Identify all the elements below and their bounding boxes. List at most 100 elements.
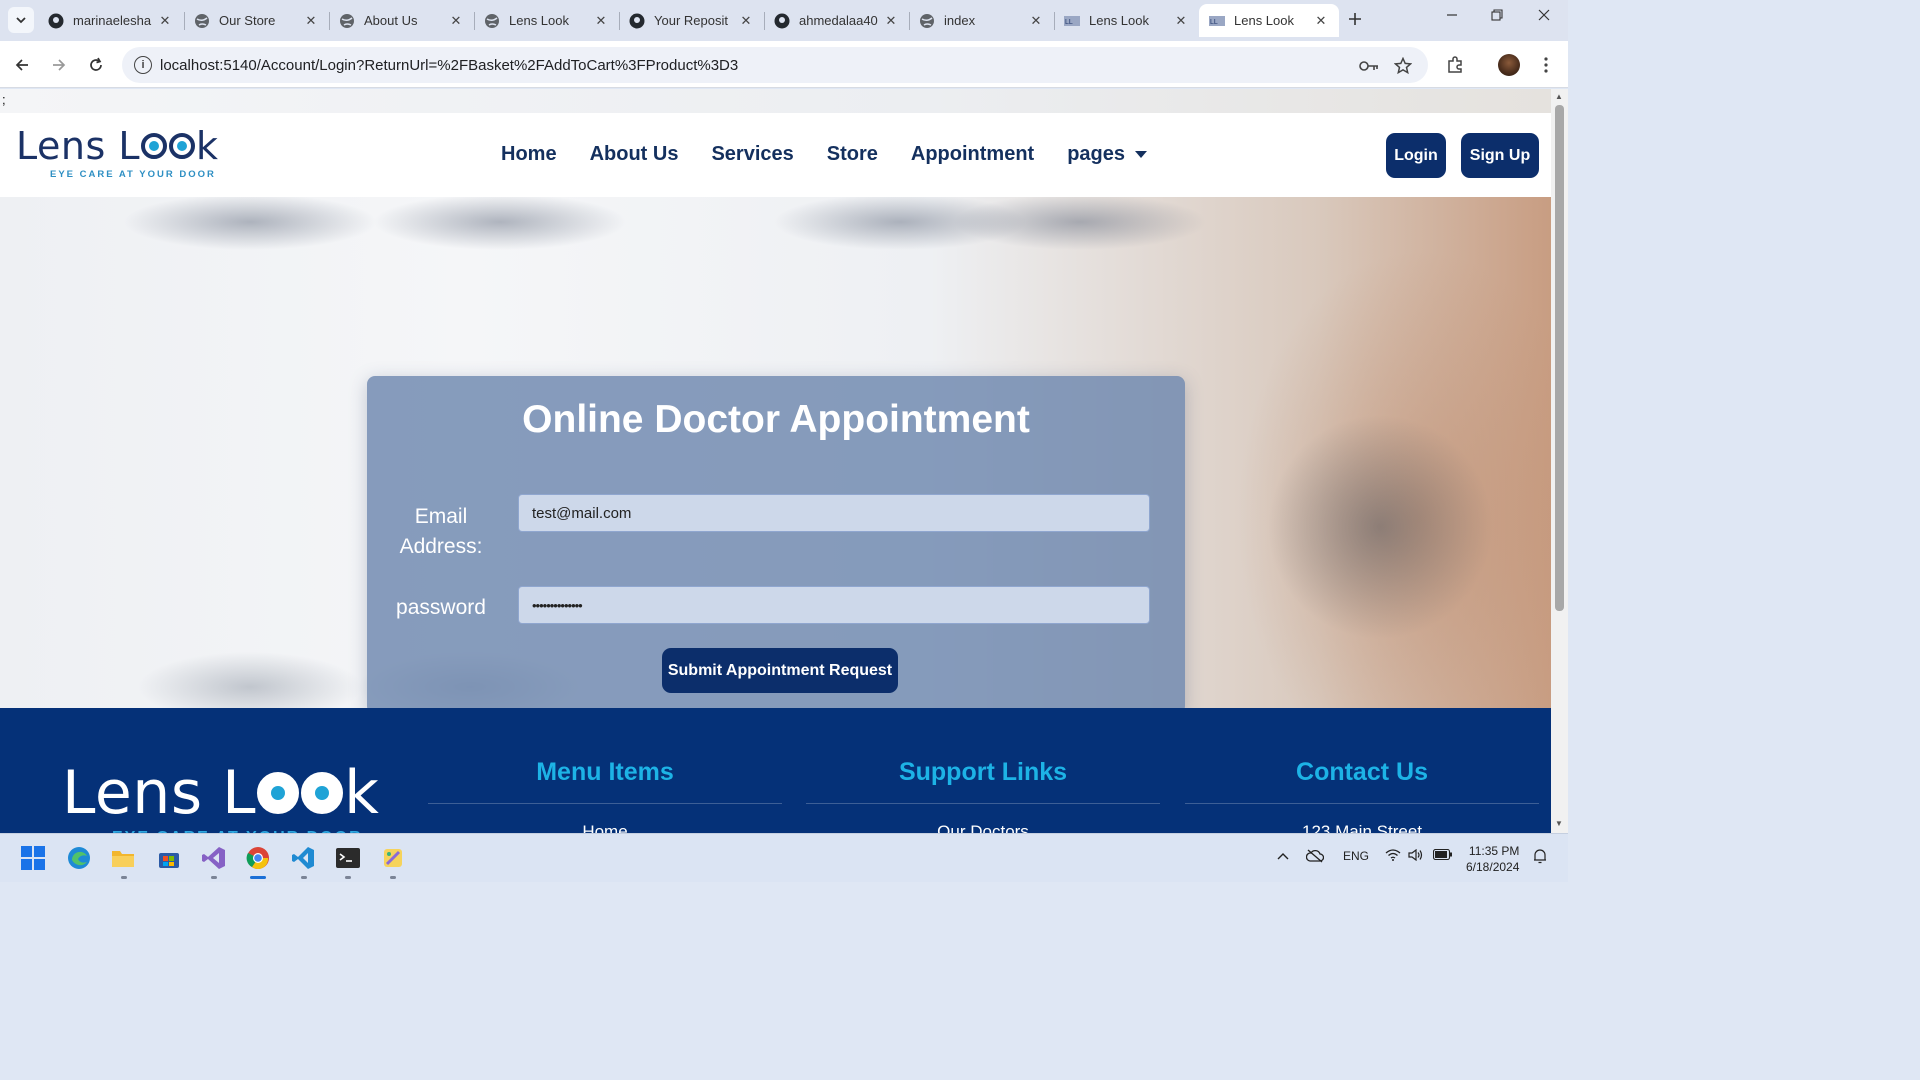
browser-tab-active[interactable]: LL Lens Look ✕ <box>1199 4 1339 37</box>
footer-support-title: Support Links <box>898 758 1068 786</box>
nav-about-us[interactable]: About Us <box>590 143 679 166</box>
nav-home[interactable]: Home <box>501 143 557 166</box>
nav-pages-label: pages <box>1067 143 1126 165</box>
close-tab-icon[interactable]: ✕ <box>448 13 464 29</box>
signup-button[interactable]: Sign Up <box>1461 133 1539 178</box>
windows-taskbar: ENG 11:35 PM 6/18/2024 <box>0 833 1568 882</box>
browser-tab[interactable]: Lens Look ✕ <box>474 4 619 37</box>
show-hidden-icons-button[interactable] <box>1277 849 1289 863</box>
close-icon <box>1538 9 1550 21</box>
scroll-up-icon[interactable]: ▲ <box>1555 92 1563 101</box>
close-tab-icon[interactable]: ✕ <box>1313 13 1329 29</box>
email-field[interactable]: test@mail.com <box>518 494 1150 532</box>
password-field[interactable]: •••••••••••••• <box>518 586 1150 624</box>
visual-studio-app[interactable] <box>201 845 227 871</box>
store-app[interactable] <box>156 845 182 871</box>
edge-app[interactable] <box>66 845 92 871</box>
forward-button[interactable] <box>47 53 71 77</box>
browser-tab[interactable]: ahmedalaa40 ✕ <box>764 4 909 37</box>
browser-tab[interactable]: marinaelesha ✕ <box>38 4 183 37</box>
hero-background: Online Doctor Appointment Email Address:… <box>0 197 1551 708</box>
github-icon <box>629 13 645 29</box>
tab-title: Your Reposit <box>654 13 728 28</box>
running-indicator <box>301 876 307 879</box>
profile-avatar[interactable] <box>1497 53 1521 77</box>
chrome-app[interactable] <box>245 845 271 871</box>
logo-tagline: EYE CARE AT YOUR DOOR <box>50 169 216 180</box>
paint-app[interactable] <box>380 845 406 871</box>
minimize-button[interactable] <box>1437 8 1467 25</box>
start-button[interactable] <box>20 845 46 871</box>
footer-contact-title: Contact Us <box>1296 758 1428 786</box>
scroll-thumb[interactable] <box>1555 105 1564 611</box>
browser-tab[interactable]: LL Lens Look ✕ <box>1054 4 1199 37</box>
wifi-icon[interactable] <box>1385 849 1401 864</box>
close-tab-icon[interactable]: ✕ <box>738 13 754 29</box>
nav-store[interactable]: Store <box>827 143 878 166</box>
close-tab-icon[interactable]: ✕ <box>593 13 609 29</box>
windows-logo-icon <box>21 846 45 870</box>
close-tab-icon[interactable]: ✕ <box>883 13 899 29</box>
visual-studio-icon <box>202 847 225 869</box>
back-button[interactable] <box>10 53 34 77</box>
login-button[interactable]: Login <box>1386 133 1446 178</box>
notifications-button[interactable] <box>1533 848 1547 867</box>
footer-link-our-doctors[interactable]: Our Doctors <box>806 822 1160 833</box>
nav-appointment[interactable]: Appointment <box>911 143 1034 166</box>
browser-tab[interactable]: About Us ✕ <box>329 4 474 37</box>
footer-link-home[interactable]: Home <box>428 822 782 833</box>
language-indicator[interactable]: ENG <box>1343 849 1369 863</box>
browser-tab[interactable]: Your Reposit ✕ <box>619 4 764 37</box>
site-footer: Lens L k EYE CARE AT YOUR DOOR Menu Item… <box>0 708 1551 833</box>
browser-tab[interactable]: Our Store ✕ <box>184 4 329 37</box>
tab-title: Lens Look <box>1089 13 1149 28</box>
page-scrollbar[interactable]: ▲ ▼ <box>1551 89 1568 833</box>
onedrive-status-icon[interactable] <box>1305 849 1325 866</box>
site-logo[interactable]: Lens L k EYE CARE AT YOUR DOOR <box>16 127 219 180</box>
svg-text:LL: LL <box>1065 19 1073 26</box>
page-viewport: ; Lens L k EYE CARE AT YOUR DOOR Home Ab… <box>0 89 1551 833</box>
active-app-indicator <box>250 876 266 879</box>
close-tab-icon[interactable]: ✕ <box>1028 13 1044 29</box>
browser-toolbar: i localhost:5140/Account/Login?ReturnUrl… <box>0 41 1568 88</box>
address-bar[interactable]: i localhost:5140/Account/Login?ReturnUrl… <box>122 47 1428 83</box>
file-explorer-app[interactable] <box>110 845 136 871</box>
scroll-down-icon[interactable]: ▼ <box>1555 819 1563 828</box>
close-tab-icon[interactable]: ✕ <box>157 13 173 29</box>
terminal-app[interactable] <box>335 845 361 871</box>
close-tab-icon[interactable]: ✕ <box>1173 13 1189 29</box>
new-tab-button[interactable] <box>1348 9 1362 32</box>
close-tab-icon[interactable]: ✕ <box>303 13 319 29</box>
extensions-button[interactable] <box>1443 53 1467 77</box>
site-info-icon[interactable]: i <box>134 56 152 74</box>
url-text[interactable]: localhost:5140/Account/Login?ReturnUrl=%… <box>160 57 738 74</box>
vscode-app[interactable] <box>290 845 316 871</box>
restore-button[interactable] <box>1482 8 1512 25</box>
tab-search-button[interactable] <box>8 7 34 33</box>
chrome-icon <box>246 847 269 870</box>
github-icon <box>48 13 64 29</box>
arrow-left-icon <box>15 59 28 71</box>
browser-tab[interactable]: index ✕ <box>909 4 1054 37</box>
nav-services[interactable]: Services <box>711 143 793 166</box>
bookmark-star-icon[interactable] <box>1392 56 1414 76</box>
reload-button[interactable] <box>84 53 108 77</box>
chevron-up-icon <box>1277 853 1289 860</box>
close-window-button[interactable] <box>1529 8 1559 25</box>
nav-pages-dropdown[interactable]: pages <box>1067 143 1148 166</box>
site-favicon-icon: LL <box>1209 13 1225 29</box>
taskbar-clock[interactable]: 11:35 PM 6/18/2024 <box>1466 843 1519 875</box>
globe-icon <box>919 13 935 29</box>
password-key-icon[interactable] <box>1358 56 1380 76</box>
site-favicon-icon: LL <box>1064 13 1080 29</box>
terminal-icon <box>336 848 360 868</box>
submit-appointment-button[interactable]: Submit Appointment Request <box>662 648 898 693</box>
browser-menu-button[interactable] <box>1534 53 1558 77</box>
footer-logo[interactable]: Lens L k EYE CARE AT YOUR DOOR <box>62 763 379 833</box>
battery-icon[interactable] <box>1432 848 1453 863</box>
eye-icon <box>257 772 300 814</box>
store-bag-icon <box>159 853 179 868</box>
volume-icon[interactable] <box>1408 848 1424 864</box>
bell-icon <box>1534 849 1546 864</box>
edge-icon <box>68 847 90 869</box>
